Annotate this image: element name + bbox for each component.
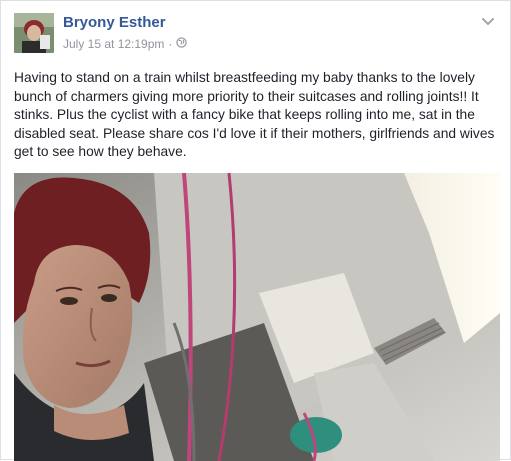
train-selfie-image [14, 173, 500, 461]
globe-icon[interactable] [176, 37, 188, 51]
post-meta: July 15 at 12:19pm · [63, 37, 188, 51]
author-name-link[interactable]: Bryony Esther [63, 14, 166, 31]
post-timestamp-link[interactable]: July 15 at 12:19pm [63, 37, 164, 51]
author-avatar[interactable] [14, 13, 54, 53]
chevron-down-icon[interactable] [480, 15, 496, 27]
post-body-text: Having to stand on a train whilst breast… [14, 70, 495, 159]
feed-post: Bryony Esther July 15 at 12:19pm · Havin… [0, 0, 511, 461]
post-photo[interactable] [14, 173, 500, 461]
meta-separator: · [168, 37, 173, 51]
